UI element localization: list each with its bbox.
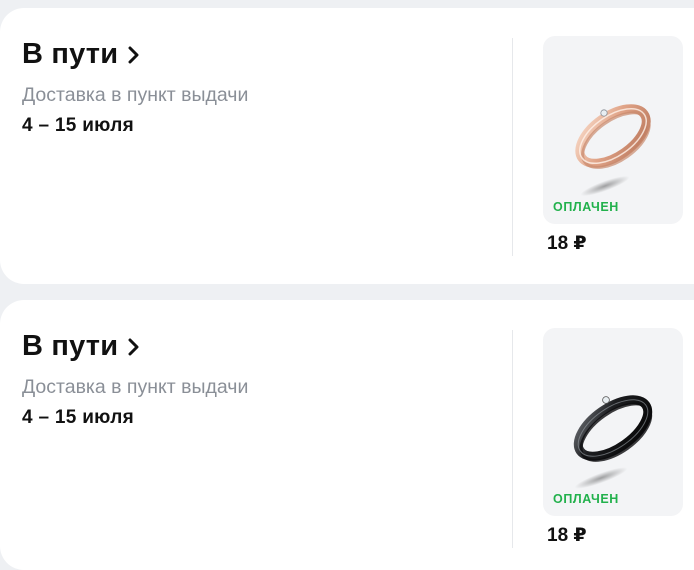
paid-badge: ОПЛАЧЕН <box>553 200 619 214</box>
order-card: В пути Доставка в пункт выдачи 4 – 15 ию… <box>0 300 694 570</box>
product-thumbnail[interactable]: ОПЛАЧЕН <box>543 328 683 516</box>
delivery-method: Доставка в пункт выдачи <box>22 84 249 106</box>
product-price: 18 ₽ <box>547 233 587 254</box>
chevron-right-icon <box>128 338 140 356</box>
divider <box>512 38 513 256</box>
product-thumbnail[interactable]: ОПЛАЧЕН <box>543 36 683 224</box>
paid-badge: ОПЛАЧЕН <box>553 492 619 506</box>
order-card: В пути Доставка в пункт выдачи 4 – 15 ию… <box>0 8 694 284</box>
delivery-dates: 4 – 15 июля <box>22 407 134 428</box>
order-status-label: В пути <box>22 330 119 362</box>
order-status-link[interactable]: В пути <box>22 330 140 363</box>
rose-gold-ring-image <box>575 104 651 197</box>
chevron-right-icon <box>128 46 140 64</box>
black-ring-image <box>573 395 653 489</box>
order-status-label: В пути <box>22 38 119 70</box>
delivery-method: Доставка в пункт выдачи <box>22 376 249 398</box>
order-status-link[interactable]: В пути <box>22 38 140 71</box>
delivery-dates: 4 – 15 июля <box>22 115 134 136</box>
product-price: 18 ₽ <box>547 525 587 546</box>
divider <box>512 330 513 548</box>
